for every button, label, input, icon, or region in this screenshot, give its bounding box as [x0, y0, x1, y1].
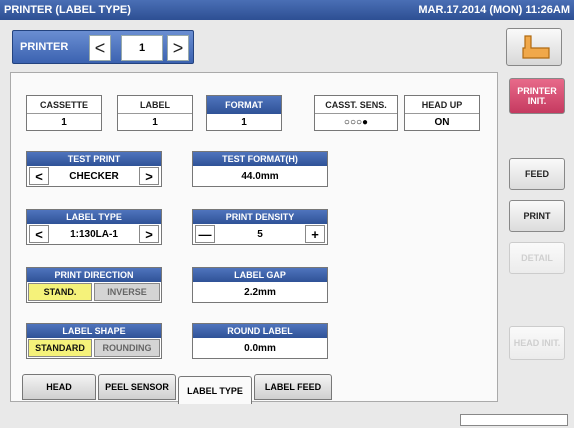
label-type-header: LABEL TYPE	[27, 210, 161, 224]
head-up-header: HEAD UP	[405, 96, 479, 114]
return-arrow-icon	[522, 35, 550, 59]
cassette-box: CASSETTE 1	[26, 95, 102, 131]
print-density-control: PRINT DENSITY — 5 +	[192, 209, 328, 245]
label-value: 1	[152, 116, 158, 128]
tab-label-type[interactable]: LABEL TYPE	[178, 376, 252, 404]
printer-number: 1	[121, 35, 163, 61]
printer-init-button[interactable]: PRINTER INIT.	[509, 78, 565, 114]
format-box: FORMAT 1	[206, 95, 282, 131]
print-density-plus-button[interactable]: +	[305, 225, 325, 243]
datetime: MAR.17.2014 (MON) 11:26AM	[418, 4, 570, 16]
label-gap-control[interactable]: LABEL GAP 2.2mm	[192, 267, 328, 303]
print-density-header: PRINT DENSITY	[193, 210, 327, 224]
back-button[interactable]	[506, 28, 562, 66]
label-type-control: LABEL TYPE < 1:130LA-1 >	[26, 209, 162, 245]
label-gap-value: 2.2mm	[244, 286, 276, 298]
head-up-value: ON	[434, 116, 450, 128]
print-direction-inverse-option[interactable]: INVERSE	[94, 283, 160, 301]
print-button[interactable]: PRINT	[509, 200, 565, 232]
cassette-value: 1	[61, 116, 67, 128]
format-header: FORMAT	[207, 96, 281, 114]
top-bar: PRINTER < 1 >	[0, 20, 574, 72]
casst-sens-header: CASST. SENS.	[315, 96, 397, 114]
title-bar: PRINTER (LABEL TYPE) MAR.17.2014 (MON) 1…	[0, 0, 574, 20]
tab-label-feed[interactable]: LABEL FEED	[254, 374, 332, 400]
head-up-box: HEAD UP ON	[404, 95, 480, 131]
print-direction-header: PRINT DIRECTION	[27, 268, 161, 282]
label-shape-standard-option[interactable]: STANDARD	[28, 339, 92, 357]
test-print-prev-button[interactable]: <	[29, 167, 49, 185]
label-type-value: 1:130LA-1	[70, 228, 118, 240]
label-type-prev-button[interactable]: <	[29, 225, 49, 243]
tab-head[interactable]: HEAD	[22, 374, 96, 400]
printer-prev-button[interactable]: <	[89, 35, 111, 61]
test-print-control: TEST PRINT < CHECKER >	[26, 151, 162, 187]
label-shape-control: LABEL SHAPE STANDARD ROUNDING	[26, 323, 162, 359]
round-label-value: 0.0mm	[244, 342, 276, 354]
test-format-value: 44.0mm	[241, 170, 279, 182]
print-direction-stand-option[interactable]: STAND.	[28, 283, 92, 301]
printer-label: PRINTER	[20, 41, 69, 53]
label-shape-rounding-option[interactable]: ROUNDING	[94, 339, 160, 357]
label-shape-header: LABEL SHAPE	[27, 324, 161, 338]
feed-button[interactable]: FEED	[509, 158, 565, 190]
page-title: PRINTER (LABEL TYPE)	[4, 4, 131, 16]
label-gap-header: LABEL GAP	[193, 268, 327, 282]
head-init-button[interactable]: HEAD INIT.	[509, 326, 565, 360]
format-value: 1	[241, 116, 247, 128]
round-label-control[interactable]: ROUND LABEL 0.0mm	[192, 323, 328, 359]
casst-sens-box: CASST. SENS. ○○○●	[314, 95, 398, 131]
test-print-header: TEST PRINT	[27, 152, 161, 166]
test-format-control[interactable]: TEST FORMAT(H) 44.0mm	[192, 151, 328, 187]
label-type-next-button[interactable]: >	[139, 225, 159, 243]
test-print-next-button[interactable]: >	[139, 167, 159, 185]
cassette-header: CASSETTE	[27, 96, 101, 114]
print-direction-control: PRINT DIRECTION STAND. INVERSE	[26, 267, 162, 303]
test-format-header: TEST FORMAT(H)	[193, 152, 327, 166]
label-header: LABEL	[118, 96, 192, 114]
printer-next-button[interactable]: >	[167, 35, 189, 61]
round-label-header: ROUND LABEL	[193, 324, 327, 338]
tab-peel-sensor[interactable]: PEEL SENSOR	[98, 374, 176, 400]
status-box	[460, 414, 568, 426]
print-density-value: 5	[257, 228, 263, 240]
label-box: LABEL 1	[117, 95, 193, 131]
detail-button[interactable]: DETAIL	[509, 242, 565, 274]
test-print-value: CHECKER	[69, 170, 119, 182]
printer-selector: PRINTER < 1 >	[12, 30, 194, 64]
main-panel: CASSETTE 1 LABEL 1 FORMAT 1 CASST. SENS.…	[10, 72, 498, 402]
print-density-minus-button[interactable]: —	[195, 225, 215, 243]
casst-sens-value: ○○○●	[343, 116, 369, 128]
